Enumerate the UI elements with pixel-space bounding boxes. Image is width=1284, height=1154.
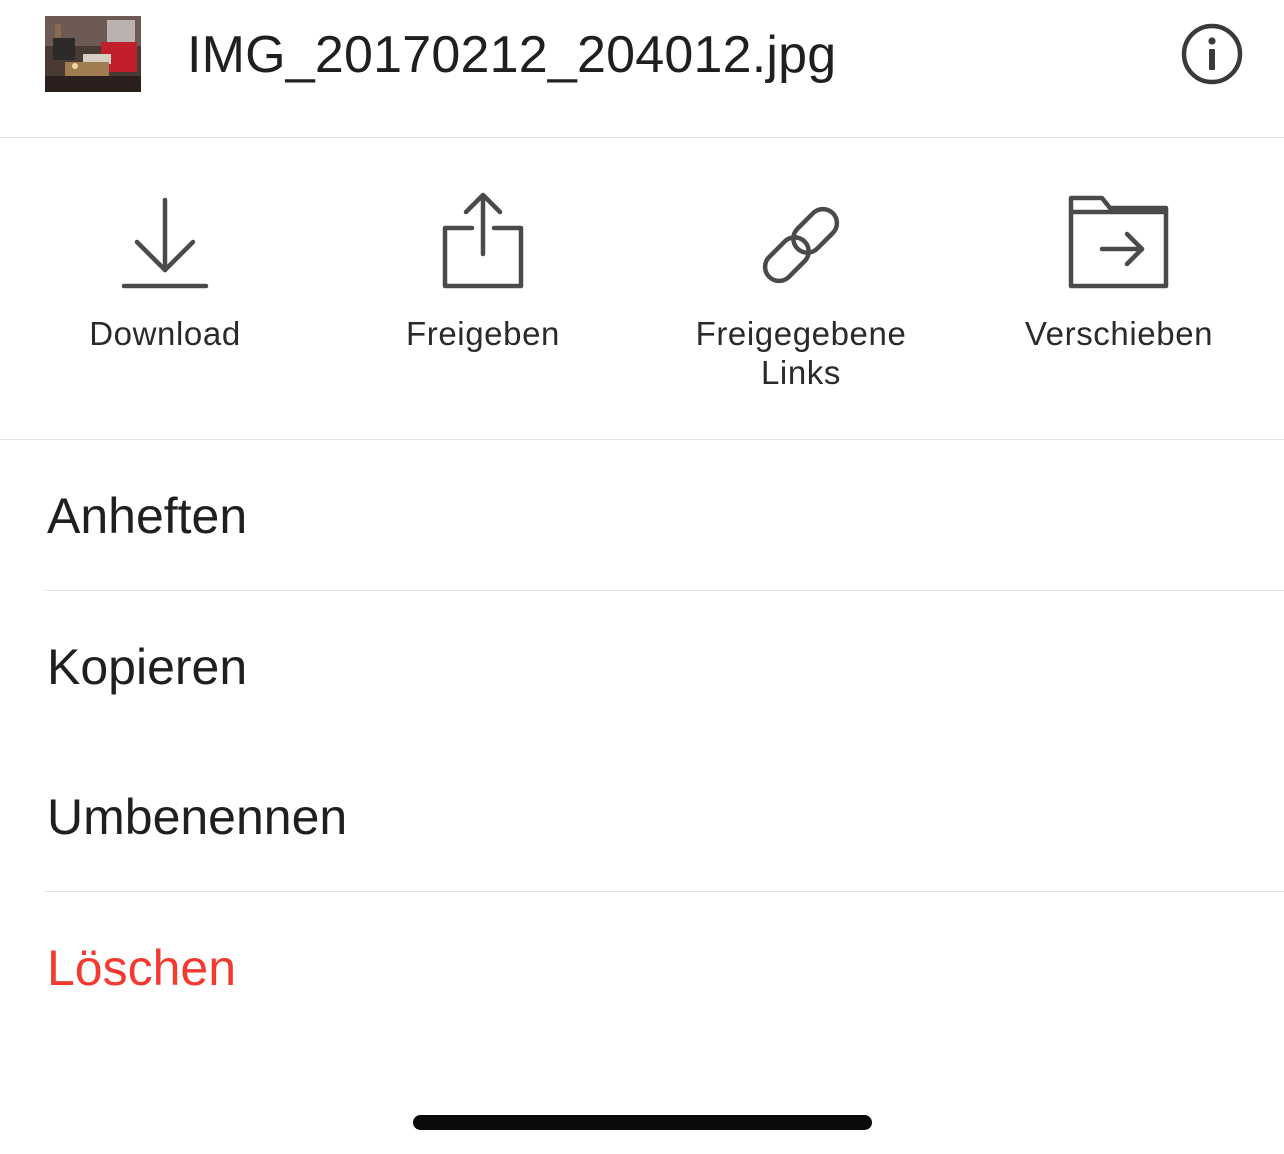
rename-menu-item[interactable]: Umbenennen (0, 741, 1284, 891)
download-icon (110, 190, 220, 300)
download-button[interactable]: Download (6, 138, 324, 438)
copy-label: Kopieren (47, 639, 248, 695)
file-thumbnail (45, 16, 141, 92)
pin-label: Anheften (47, 488, 248, 544)
link-icon (746, 190, 856, 300)
delete-label: Löschen (47, 940, 237, 996)
pin-menu-item[interactable]: Anheften (0, 440, 1284, 590)
copy-menu-item[interactable]: Kopieren (0, 591, 1284, 741)
quick-actions-row: Download Freigeben Freigegebene Links Ve… (0, 138, 1284, 440)
shared-links-button[interactable]: Freigegebene Links (642, 138, 960, 438)
move-button[interactable]: Verschieben (960, 138, 1278, 438)
download-label: Download (89, 315, 241, 352)
info-icon[interactable] (1180, 22, 1244, 86)
share-label: Freigeben (406, 315, 560, 352)
shared-links-label: Freigegebene Links (695, 315, 907, 391)
file-name: IMG_20170212_204012.jpg (187, 26, 837, 84)
file-header: IMG_20170212_204012.jpg (0, 0, 1284, 138)
rename-label: Umbenennen (47, 789, 348, 845)
share-icon (428, 190, 538, 300)
delete-menu-item[interactable]: Löschen (0, 892, 1284, 1042)
home-indicator[interactable] (413, 1115, 872, 1130)
folder-move-icon (1064, 190, 1174, 300)
share-button[interactable]: Freigeben (324, 138, 642, 438)
move-label: Verschieben (1024, 315, 1214, 352)
